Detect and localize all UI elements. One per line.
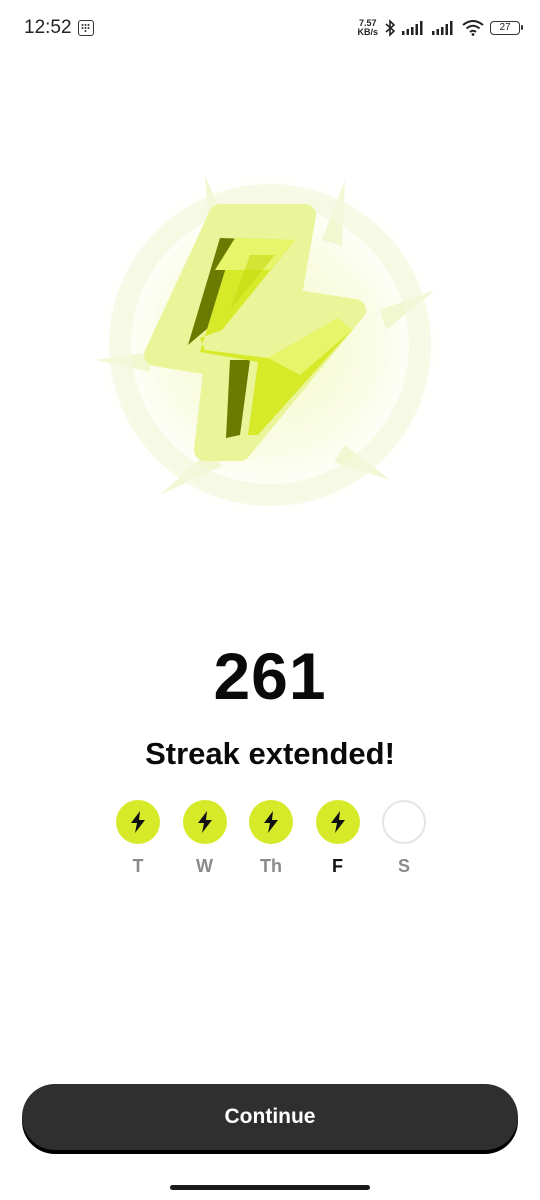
- day-empty-badge: [382, 800, 426, 844]
- status-icons: 7.57 KB/s 27: [357, 16, 523, 40]
- network-speed: 7.57 KB/s: [357, 19, 378, 37]
- day-label: Th: [260, 856, 282, 876]
- battery-icon: 27: [490, 21, 523, 35]
- day-wednesday: W: [182, 800, 228, 890]
- signal-icon-2: [432, 21, 456, 35]
- day-completed-badge: [315, 800, 360, 844]
- day-completed-badge: [249, 800, 293, 844]
- status-time: 12:52: [24, 17, 72, 38]
- lightning-bolt-icon: [330, 811, 345, 833]
- lightning-bolt-icon: [131, 811, 145, 833]
- day-label: S: [397, 856, 410, 876]
- day-label-current: F: [332, 856, 343, 876]
- home-indicator[interactable]: [170, 1185, 370, 1190]
- day-completed-badge: [182, 800, 227, 844]
- streak-count: 261: [213, 639, 327, 713]
- streak-title: Streak extended!: [145, 736, 395, 771]
- lightning-bolt-icon: [90, 165, 450, 525]
- day-thursday: Th: [248, 800, 294, 890]
- day-label: T: [132, 856, 144, 876]
- status-bar: 12:52 7.57 KB/s 27: [0, 0, 540, 56]
- day-completed-badge: [116, 800, 160, 844]
- day-tuesday: T: [115, 800, 161, 890]
- day-friday: F: [315, 800, 361, 890]
- day-saturday: S: [381, 800, 427, 890]
- continue-button[interactable]: Continue: [22, 1084, 518, 1150]
- signal-icon: [402, 21, 426, 35]
- grid-notification-icon: [78, 20, 94, 36]
- bluetooth-icon: [384, 19, 396, 37]
- day-label: W: [196, 856, 213, 876]
- wifi-icon: [462, 20, 484, 36]
- network-speed-unit: KB/s: [357, 27, 378, 37]
- week-progress: T W Th F S: [115, 800, 427, 890]
- lightning-bolt-icon: [264, 811, 278, 833]
- lightning-bolt-icon: [197, 811, 212, 833]
- streak-hero: [90, 160, 450, 530]
